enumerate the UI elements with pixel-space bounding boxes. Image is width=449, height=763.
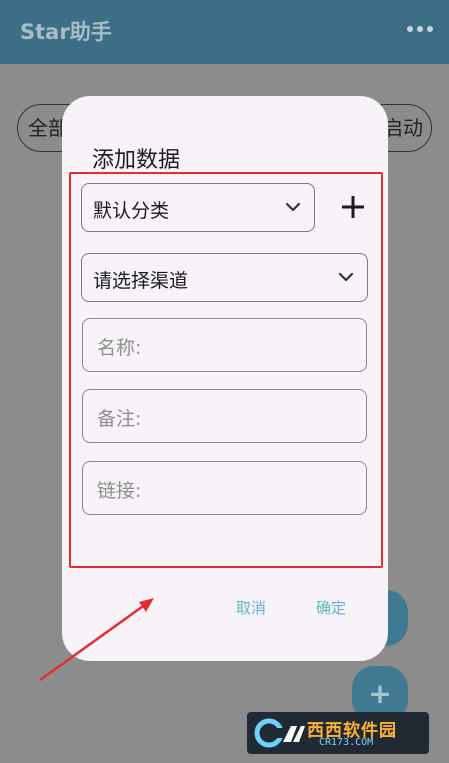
dialog-title: 添加数据 [92,148,181,173]
watermark: 西西软件园 CR173.COM [247,712,429,754]
confirm-button[interactable]: 确定 [316,597,346,618]
annotation-highlight-box [69,172,383,568]
watermark-sub: CR173.COM [319,737,374,748]
app-bar: Star助手 [0,0,449,64]
watermark-logo-icon [254,718,305,748]
app-title: Star助手 [20,20,112,44]
cancel-button[interactable]: 取消 [236,597,266,618]
more-dots-icon[interactable] [407,26,433,32]
